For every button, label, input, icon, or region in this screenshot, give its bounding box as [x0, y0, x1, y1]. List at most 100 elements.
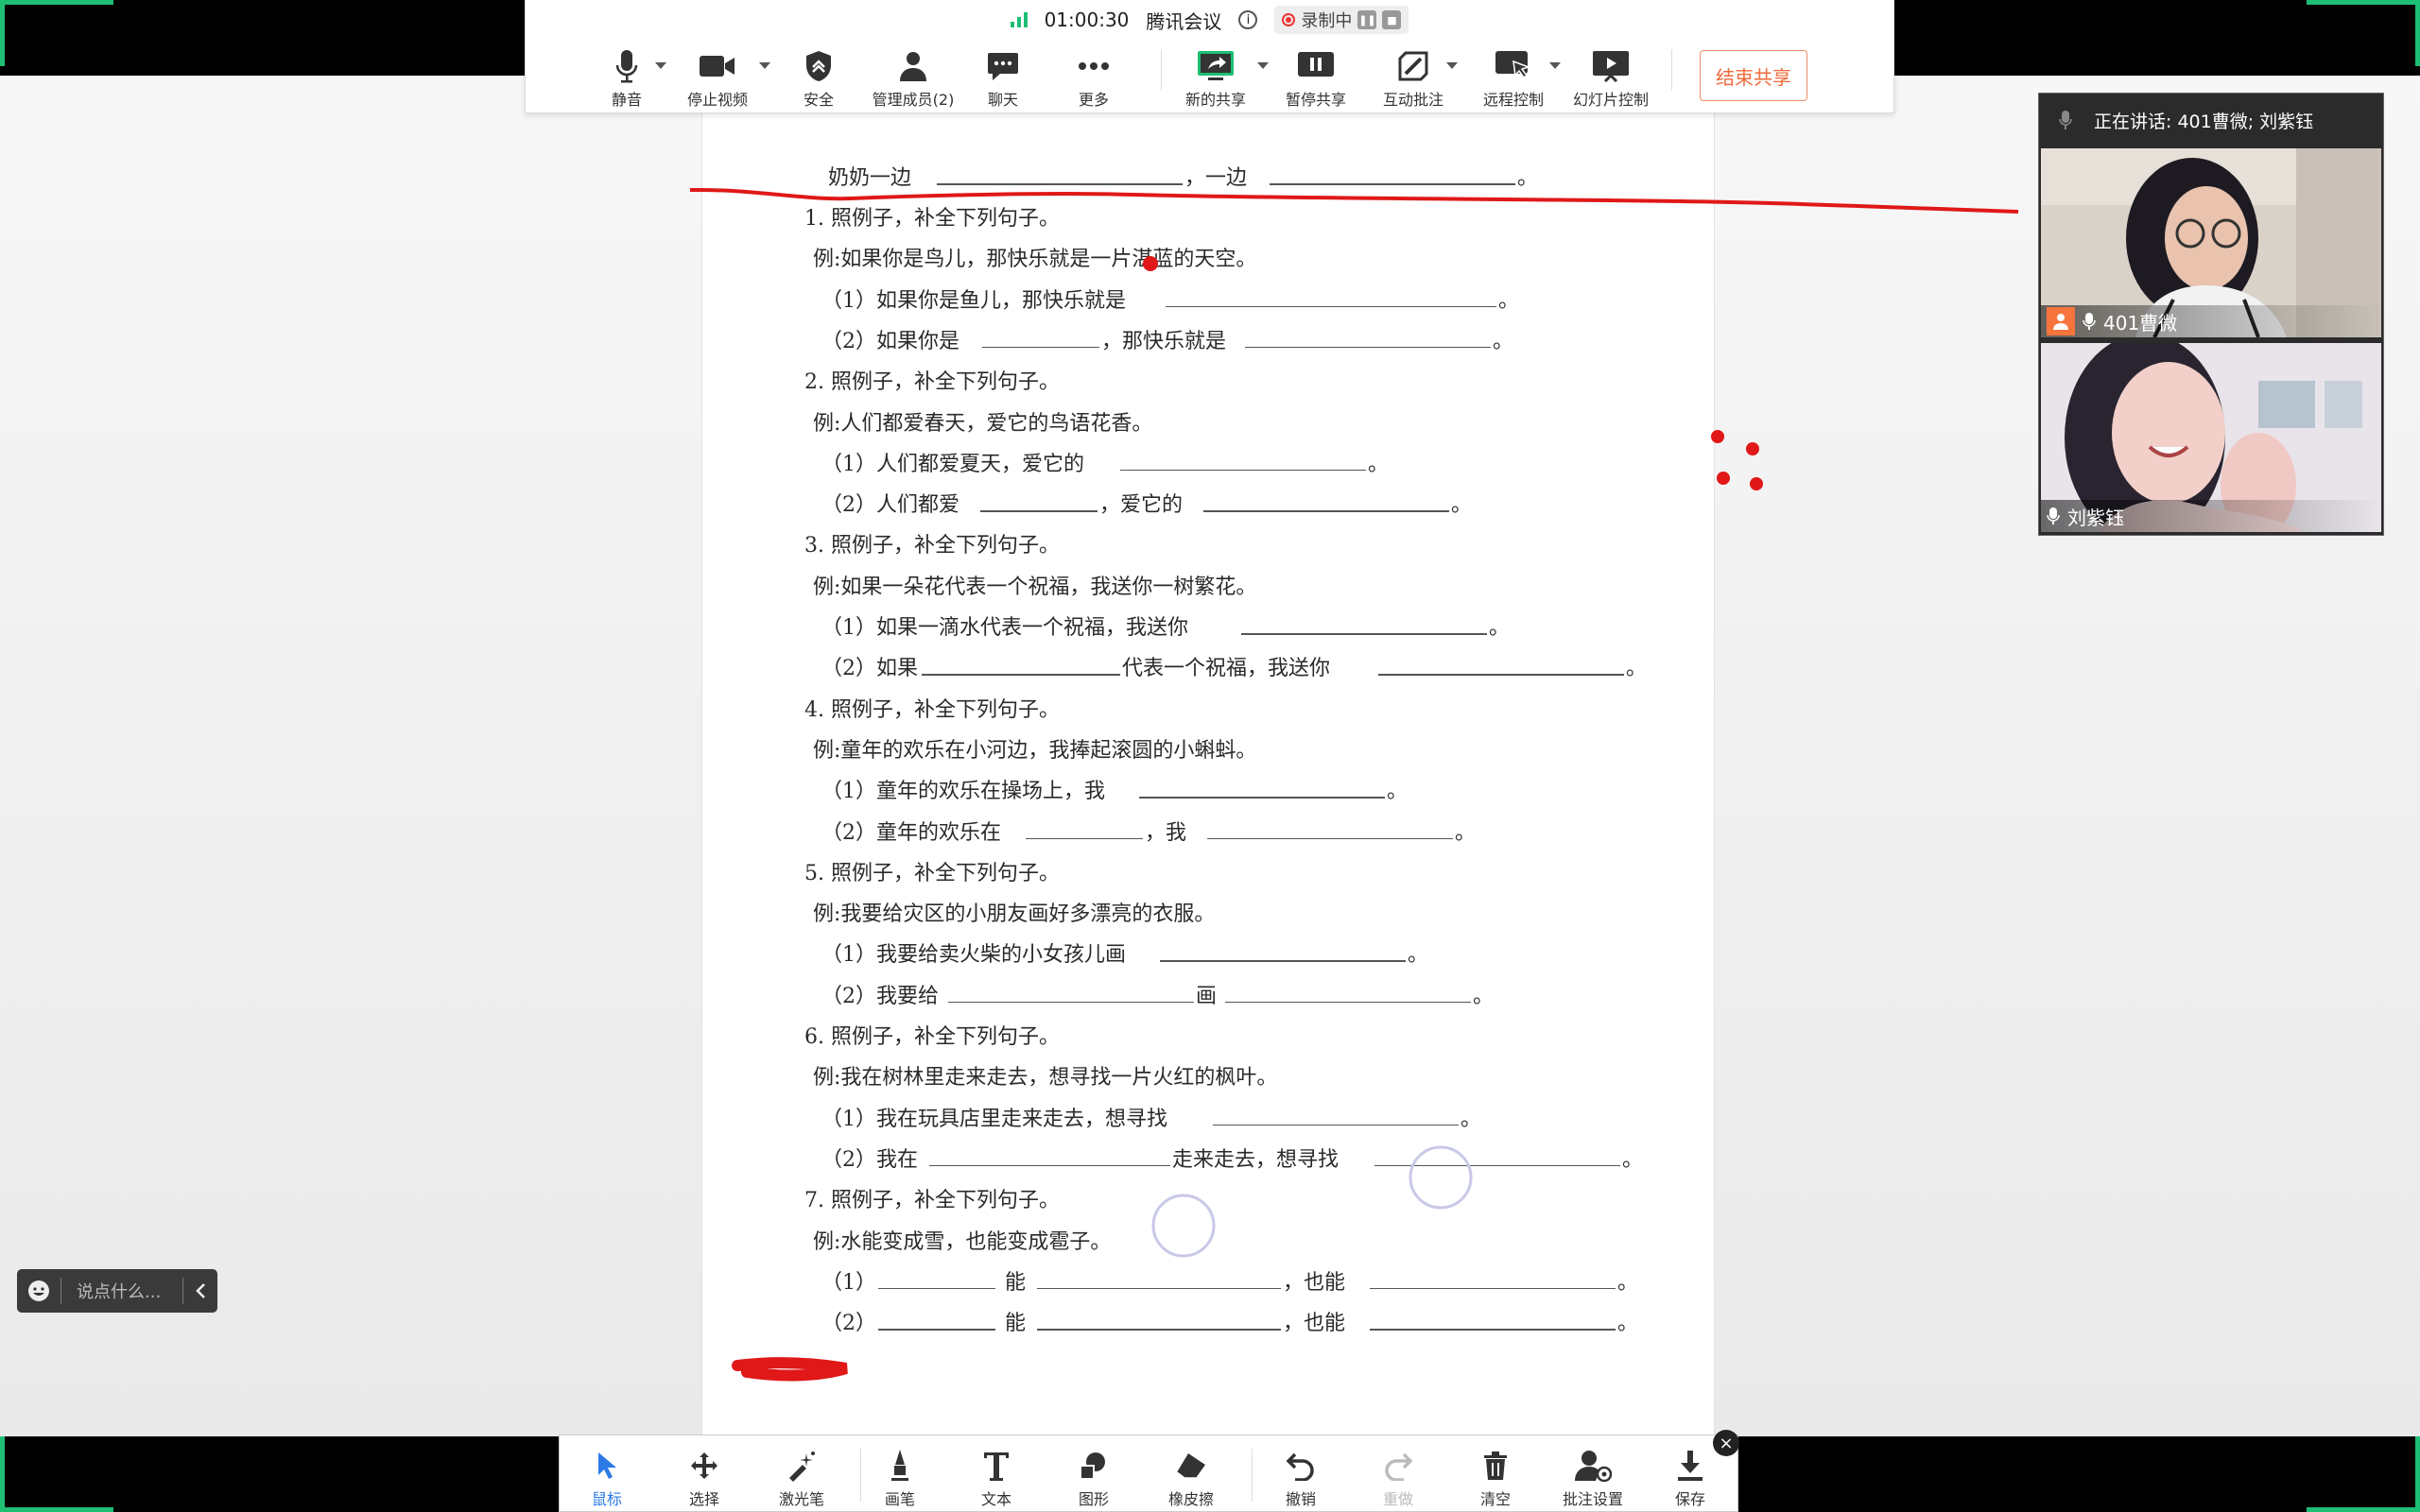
answer-blank — [1166, 305, 1496, 308]
answer-blank — [1203, 510, 1449, 512]
share-frame-corner — [0, 0, 113, 5]
chevron-down-icon[interactable] — [655, 62, 666, 69]
chat-button[interactable]: 聊天 — [960, 47, 1046, 110]
chevron-down-icon[interactable] — [1257, 62, 1269, 69]
stop-recording-icon[interactable]: ■ — [1382, 10, 1402, 29]
recording-status: 录制中 ❚❚ ■ — [1274, 6, 1409, 34]
meeting-toolbar: 01:00:30 腾讯会议 i 录制中 ❚❚ ■ 静音 停止视频 安全 管理成员… — [525, 0, 1894, 113]
answer-blank — [1241, 633, 1487, 635]
answer-blank — [1037, 1329, 1281, 1331]
chat-input-placeholder[interactable]: 说点什么... — [61, 1279, 182, 1303]
mute-button[interactable]: 静音 — [584, 47, 669, 110]
question-item: 代表一个祝福，我送你 — [1122, 657, 1331, 681]
share-screen-icon — [1198, 51, 1234, 80]
redo-label: 重做 — [1382, 1490, 1413, 1508]
undo-button[interactable]: 撤销 — [1263, 1447, 1339, 1509]
eraser-tool-button[interactable]: 橡皮擦 — [1153, 1447, 1229, 1509]
answer-blank — [1270, 183, 1515, 185]
slideshow-button[interactable]: 幻灯片控制 — [1568, 47, 1653, 110]
undo-icon — [1286, 1452, 1314, 1481]
laser-tool-button[interactable]: 激光笔 — [764, 1447, 839, 1509]
share-frame-corner — [2307, 0, 2420, 5]
emoji-icon[interactable] — [17, 1280, 60, 1302]
security-button[interactable]: 安全 — [776, 47, 861, 110]
chat-input-bar[interactable]: 说点什么... — [17, 1269, 217, 1313]
answer-blank — [922, 674, 1120, 676]
eraser-tool-label: 橡皮擦 — [1167, 1490, 1214, 1508]
period: 。 — [1451, 493, 1473, 518]
select-tool-button[interactable]: 选择 — [666, 1447, 742, 1509]
microphone-icon — [2083, 313, 2096, 330]
chevron-down-icon[interactable] — [759, 62, 770, 69]
example-sentence: 例:人们都爱春天，爱它的鸟语花香。 — [813, 411, 1153, 436]
text-icon — [984, 1452, 1009, 1481]
clear-button[interactable]: 清空 — [1458, 1447, 1533, 1509]
answer-blank — [878, 1329, 995, 1331]
text-tool-button[interactable]: 文本 — [959, 1447, 1034, 1509]
answer-blank — [1120, 469, 1366, 472]
pen-tool-label: 画笔 — [884, 1490, 915, 1508]
annotation-settings-button[interactable]: 批注设置 — [1555, 1447, 1631, 1509]
question-item: （2）童年的欢乐在 — [821, 820, 1001, 845]
members-button[interactable]: 管理成员(2) — [871, 47, 956, 110]
answer-blank — [982, 346, 1099, 349]
question-title: 4. 照例子，补全下列句子。 — [804, 697, 1060, 722]
close-icon[interactable]: × — [1713, 1430, 1739, 1456]
answer-blank — [1245, 346, 1491, 349]
question-item: ，那快乐就是 — [1101, 329, 1227, 353]
microphone-icon — [615, 50, 638, 83]
remote-control-icon — [1495, 51, 1531, 79]
pause-recording-icon[interactable]: ❚❚ — [1357, 10, 1377, 29]
pen-tool-button[interactable]: 画笔 — [862, 1447, 938, 1509]
clear-label: 清空 — [1479, 1490, 1511, 1508]
period: 。 — [1498, 288, 1520, 313]
answer-blank — [929, 1164, 1170, 1167]
question-item: （2） — [821, 1312, 876, 1336]
chevron-down-icon[interactable] — [1446, 62, 1458, 69]
more-label: 更多 — [1078, 91, 1109, 109]
question-title: 3. 照例子，补全下列句子。 — [804, 534, 1060, 558]
redo-icon — [1385, 1452, 1413, 1481]
answer-blank — [1139, 797, 1385, 799]
shape-tool-button[interactable]: 图形 — [1056, 1447, 1132, 1509]
new-share-button[interactable]: 新的共享 — [1173, 47, 1258, 110]
members-label: 管理成员(2) — [872, 91, 955, 109]
shield-icon — [806, 51, 831, 81]
stop-video-label: 停止视频 — [686, 91, 748, 109]
info-icon[interactable]: i — [1238, 10, 1258, 29]
toolbar-divider — [1161, 49, 1162, 91]
question-item: 能 — [1005, 1312, 1027, 1336]
question-title: 6. 照例子，补全下列句子。 — [804, 1025, 1060, 1049]
chevron-left-icon[interactable] — [183, 1282, 217, 1299]
chat-label: 聊天 — [987, 91, 1018, 109]
answer-blank — [1378, 674, 1624, 676]
question-item: （2）我在 — [821, 1147, 918, 1172]
participant-name-bar: 刘紫钰 — [2041, 500, 2381, 532]
question-title: 1. 照例子，补全下列句子。 — [804, 207, 1060, 231]
end-share-button[interactable]: 结束共享 — [1700, 50, 1807, 101]
video-tile[interactable]: 401曹微 — [2041, 148, 2381, 337]
user-settings-icon — [1575, 1451, 1612, 1482]
mute-label: 静音 — [611, 91, 642, 109]
stop-video-button[interactable]: 停止视频 — [675, 47, 760, 110]
pause-share-icon — [1298, 52, 1334, 77]
example-sentence: 例:我要给灾区的小朋友画好多漂亮的衣服。 — [813, 902, 1216, 927]
example-sentence: 例:如果一朵花代表一个祝福，我送你一树繁花。 — [813, 575, 1257, 599]
period: 。 — [1455, 820, 1477, 845]
annotate-button[interactable]: 互动批注 — [1371, 47, 1456, 110]
pause-share-button[interactable]: 暂停共享 — [1273, 47, 1358, 110]
more-button[interactable]: 更多 — [1051, 47, 1136, 110]
redo-button[interactable]: 重做 — [1360, 1447, 1436, 1509]
video-tile[interactable]: 刘紫钰 — [2041, 343, 2381, 532]
question-item: （1）我在玩具店里走来走去，想寻找 — [821, 1107, 1167, 1131]
chevron-down-icon[interactable] — [1549, 62, 1561, 69]
shape-icon — [1080, 1452, 1105, 1480]
elapsed-time: 01:00:30 — [1044, 9, 1130, 31]
participant-name-bar: 401曹微 — [2041, 305, 2381, 337]
top-line-b: ，一边 — [1184, 166, 1248, 190]
signal-icon — [1010, 12, 1028, 27]
mouse-tool-button[interactable]: 鼠标 — [569, 1447, 645, 1509]
answer-blank — [1370, 1287, 1616, 1290]
save-button[interactable]: 保存 — [1652, 1447, 1728, 1509]
remote-control-button[interactable]: 远程控制 — [1471, 47, 1556, 110]
